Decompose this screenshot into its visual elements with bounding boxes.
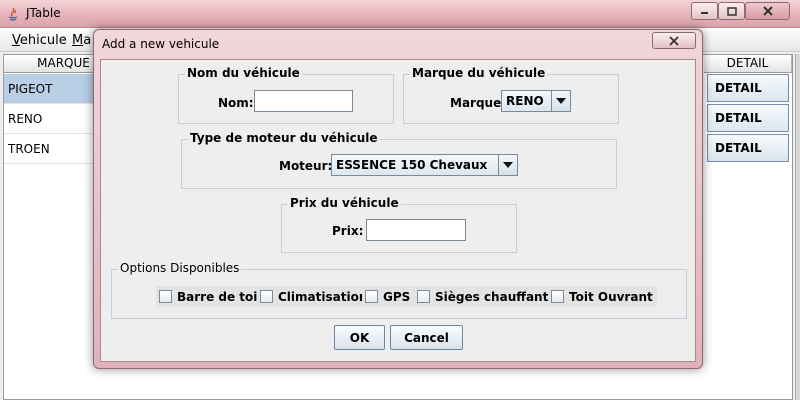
vertical-scrollbar[interactable] bbox=[795, 54, 800, 400]
ok-button[interactable]: OK bbox=[334, 325, 385, 350]
checkbox-icon[interactable] bbox=[551, 290, 564, 303]
detail-button[interactable]: DETAIL bbox=[707, 134, 789, 162]
minimize-icon bbox=[700, 12, 708, 14]
window-title: JTable bbox=[26, 6, 61, 20]
option-label: Sièges chauffants bbox=[435, 289, 556, 304]
prix-group: Prix du véhicule Prix: bbox=[281, 196, 517, 253]
checkbox-icon[interactable] bbox=[260, 290, 273, 303]
checkbox-icon[interactable] bbox=[365, 290, 378, 303]
moteur-label: Moteur: bbox=[279, 159, 333, 173]
minimize-button[interactable] bbox=[691, 2, 718, 20]
option-toit-ouvrant[interactable]: Toit Ouvrant bbox=[548, 286, 657, 307]
marque-group-legend: Marque du véhicule bbox=[410, 66, 548, 80]
add-vehicule-dialog: Add a new vehicule Nom du véhicule Nom: … bbox=[93, 29, 703, 369]
option-label: Climatisation bbox=[278, 289, 368, 304]
menu-marque-mnemonic: M bbox=[72, 33, 84, 48]
close-icon bbox=[669, 35, 679, 46]
option-label: Toit Ouvrant bbox=[569, 289, 653, 304]
dialog-close-button[interactable] bbox=[652, 32, 696, 49]
java-app-icon bbox=[8, 7, 18, 21]
column-header-detail[interactable]: DETAIL bbox=[704, 55, 792, 73]
menu-vehicule-rest: ehicule bbox=[19, 33, 67, 48]
nom-group: Nom du véhicule Nom: bbox=[178, 66, 394, 124]
marque-dropdown-arrow[interactable] bbox=[551, 91, 570, 111]
detail-button[interactable]: DETAIL bbox=[707, 74, 789, 102]
option-sieges-chauffants[interactable]: Sièges chauffants bbox=[414, 286, 560, 307]
prix-input[interactable] bbox=[366, 219, 466, 241]
options-group: Options Disponibles Barre de toit Climat… bbox=[111, 261, 687, 319]
option-gps[interactable]: GPS bbox=[362, 286, 415, 307]
option-label: GPS bbox=[383, 289, 411, 304]
menu-vehicule-mnemonic: V bbox=[12, 33, 20, 48]
prix-label: Prix: bbox=[332, 224, 364, 238]
marque-label: Marque: bbox=[450, 96, 507, 110]
cancel-button[interactable]: Cancel bbox=[390, 325, 463, 350]
moteur-selected-value: ESSENCE 150 Chevaux bbox=[336, 158, 488, 172]
moteur-group: Type de moteur du véhicule Moteur: ESSEN… bbox=[181, 131, 617, 189]
option-barre-de-toit[interactable]: Barre de toit bbox=[156, 286, 268, 307]
nom-label: Nom: bbox=[218, 96, 254, 110]
nom-input[interactable] bbox=[254, 90, 353, 112]
nom-group-legend: Nom du véhicule bbox=[185, 66, 302, 80]
close-icon bbox=[762, 6, 773, 16]
moteur-dropdown[interactable]: ESSENCE 150 Chevaux bbox=[331, 154, 518, 176]
close-window-button[interactable] bbox=[745, 2, 790, 20]
moteur-group-legend: Type de moteur du véhicule bbox=[188, 131, 380, 145]
menu-marque-rest: a bbox=[83, 33, 92, 48]
moteur-dropdown-arrow[interactable] bbox=[498, 155, 517, 175]
menu-vehicule[interactable]: Vehicule bbox=[12, 33, 67, 48]
option-label: Barre de toit bbox=[177, 289, 264, 304]
prix-group-legend: Prix du véhicule bbox=[288, 196, 401, 210]
checkbox-icon[interactable] bbox=[159, 290, 172, 303]
chevron-down-icon bbox=[503, 162, 513, 168]
marque-group: Marque du véhicule Marque: RENO bbox=[403, 66, 619, 124]
option-climatisation[interactable]: Climatisation bbox=[257, 286, 372, 307]
main-title-bar[interactable]: JTable bbox=[0, 0, 800, 28]
dialog-title: Add a new vehicule bbox=[102, 37, 220, 51]
dialog-content: Nom du véhicule Nom: Marque du véhicule … bbox=[100, 59, 696, 362]
options-group-legend: Options Disponibles bbox=[118, 261, 242, 275]
chevron-down-icon bbox=[556, 98, 566, 104]
marque-dropdown[interactable]: RENO bbox=[501, 90, 571, 112]
menu-marque[interactable]: Ma bbox=[72, 33, 91, 48]
detail-button[interactable]: DETAIL bbox=[707, 104, 789, 132]
marque-selected-value: RENO bbox=[506, 94, 544, 108]
checkbox-icon[interactable] bbox=[417, 290, 430, 303]
maximize-icon bbox=[726, 6, 737, 16]
maximize-button[interactable] bbox=[718, 2, 745, 20]
